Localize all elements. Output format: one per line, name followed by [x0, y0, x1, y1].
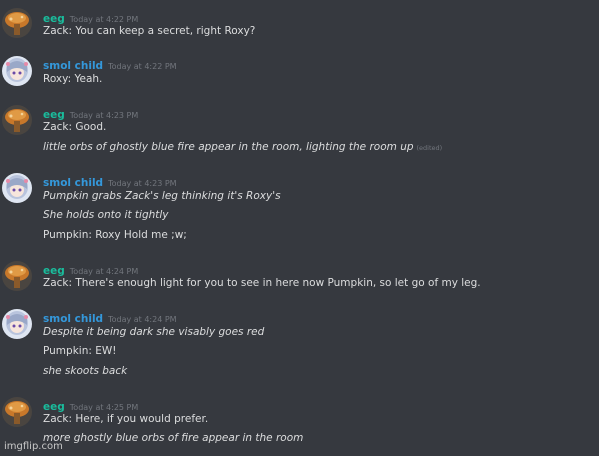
timestamp: Today at 4:23 PM — [108, 179, 177, 188]
message-action-text: little orbs of ghostly blue fire appear … — [43, 141, 414, 153]
anime-girl-avatar-icon[interactable] — [2, 56, 32, 86]
username[interactable]: smol child — [43, 177, 103, 189]
timestamp: Today at 4:22 PM — [69, 15, 139, 24]
message-text: Despite it being dark she visably goes r… — [43, 326, 265, 338]
message-header: smol child Today at 4:22 PM — [43, 57, 177, 73]
message-text: Zack: Here, if you would prefer. — [43, 413, 209, 425]
timestamp: Today at 4:25 PM — [69, 403, 139, 412]
edited-label: (edited) — [416, 144, 443, 152]
username[interactable]: smol child — [43, 313, 103, 325]
message-text: she skoots back — [43, 365, 128, 377]
message-text: She holds onto it tightly — [43, 209, 169, 221]
timestamp: Today at 4:24 PM — [69, 267, 139, 276]
message-text: Pumpkin grabs Zack's leg thinking it's R… — [43, 190, 281, 202]
message-text: more ghostly blue orbs of fire appear in… — [43, 432, 304, 444]
imgflip-watermark: imgflip.com — [4, 441, 63, 452]
message-text: Roxy: Yeah. — [43, 73, 103, 85]
mushroom-avatar-icon[interactable] — [2, 8, 32, 38]
message-text: Zack: Good. — [43, 121, 107, 133]
message-text: Zack: There's enough light for you to se… — [43, 277, 481, 289]
timestamp: Today at 4:24 PM — [108, 315, 177, 324]
timestamp: Today at 4:23 PM — [69, 111, 139, 120]
timestamp: Today at 4:22 PM — [108, 62, 177, 71]
message-text: Pumpkin: EW! — [43, 345, 117, 357]
mushroom-avatar-icon[interactable] — [2, 397, 32, 427]
anime-girl-avatar-icon[interactable] — [2, 173, 32, 203]
mushroom-avatar-icon[interactable] — [2, 105, 32, 135]
anime-girl-avatar-icon[interactable] — [2, 309, 32, 339]
mushroom-avatar-icon[interactable] — [2, 261, 32, 291]
message-text: Pumpkin: Roxy Hold me ;w; — [43, 229, 187, 241]
message-header: smol child Today at 4:23 PM — [43, 174, 177, 190]
username[interactable]: smol child — [43, 60, 103, 72]
message-text: little orbs of ghostly blue fire appear … — [43, 140, 442, 155]
message-text: Zack: You can keep a secret, right Roxy? — [43, 25, 256, 37]
message-header: smol child Today at 4:24 PM — [43, 310, 177, 326]
